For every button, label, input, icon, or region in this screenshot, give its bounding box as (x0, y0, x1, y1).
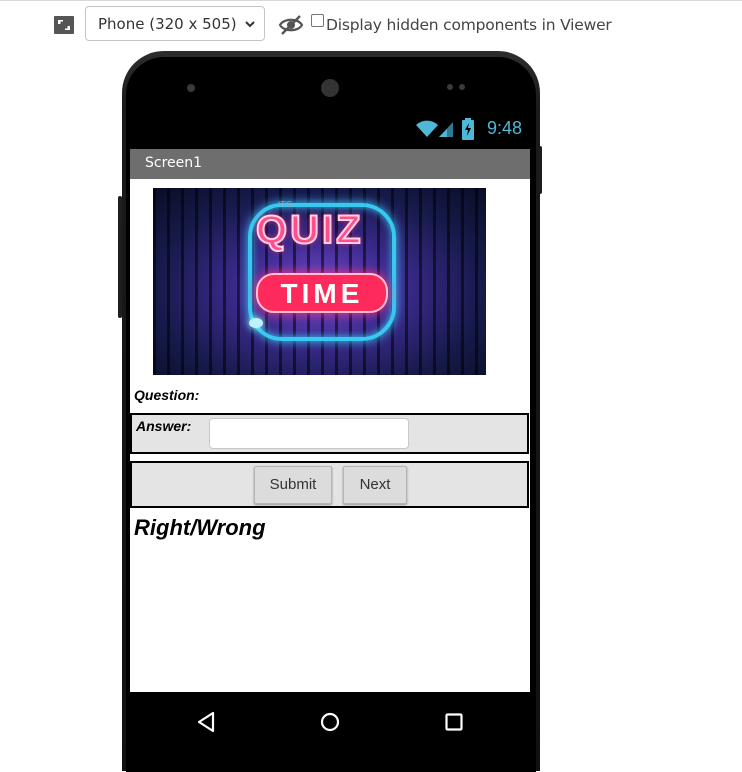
screen-title: Screen1 (145, 155, 203, 171)
device-size-select[interactable]: Phone (320 x 505) (85, 6, 265, 41)
phone-sensor (447, 84, 453, 90)
next-button[interactable]: Next (343, 466, 407, 504)
image-title-time: TIME (280, 278, 364, 309)
signal-icon (439, 122, 453, 137)
screen-title-bar: Screen1 (130, 149, 530, 179)
show-hidden-label: Display hidden components in Viewer (326, 16, 612, 34)
status-time: 9:48 (486, 118, 522, 138)
chevron-down-icon (245, 21, 255, 28)
answer-input[interactable] (209, 418, 409, 449)
question-label: Question: (134, 387, 200, 403)
time-badge: TIME (256, 273, 388, 313)
phone-sensor (459, 84, 465, 90)
eye-slash-icon (278, 15, 304, 35)
phone-sensor (187, 84, 195, 92)
screen-resize-icon[interactable] (53, 15, 75, 35)
result-label: Right/Wrong (134, 515, 266, 540)
button-row: Submit Next (130, 461, 529, 508)
back-icon[interactable] (196, 711, 216, 733)
status-bar: 9:48 (130, 110, 530, 148)
image-title-quiz: QUIZ (255, 207, 364, 253)
screen-content: IT'S QUIZ TIME Question: Answer: Submit … (130, 179, 530, 692)
wifi-icon (416, 120, 438, 137)
phone-speaker (321, 79, 339, 97)
answer-label: Answer: (136, 418, 192, 434)
show-hidden-checkbox[interactable] (311, 14, 324, 27)
lightbulb-icon (249, 318, 263, 328)
home-icon[interactable] (320, 712, 340, 732)
answer-row: Answer: (130, 413, 529, 454)
recents-icon[interactable] (445, 713, 463, 731)
device-size-value: Phone (320 x 505) (98, 15, 237, 33)
quiz-time-image: IT'S QUIZ TIME (153, 188, 486, 375)
submit-button[interactable]: Submit (254, 466, 332, 504)
battery-charging-icon (462, 118, 474, 140)
viewer-toolbar: Phone (320 x 505) Display hidden compone… (0, 0, 742, 50)
nav-bar (130, 692, 530, 752)
